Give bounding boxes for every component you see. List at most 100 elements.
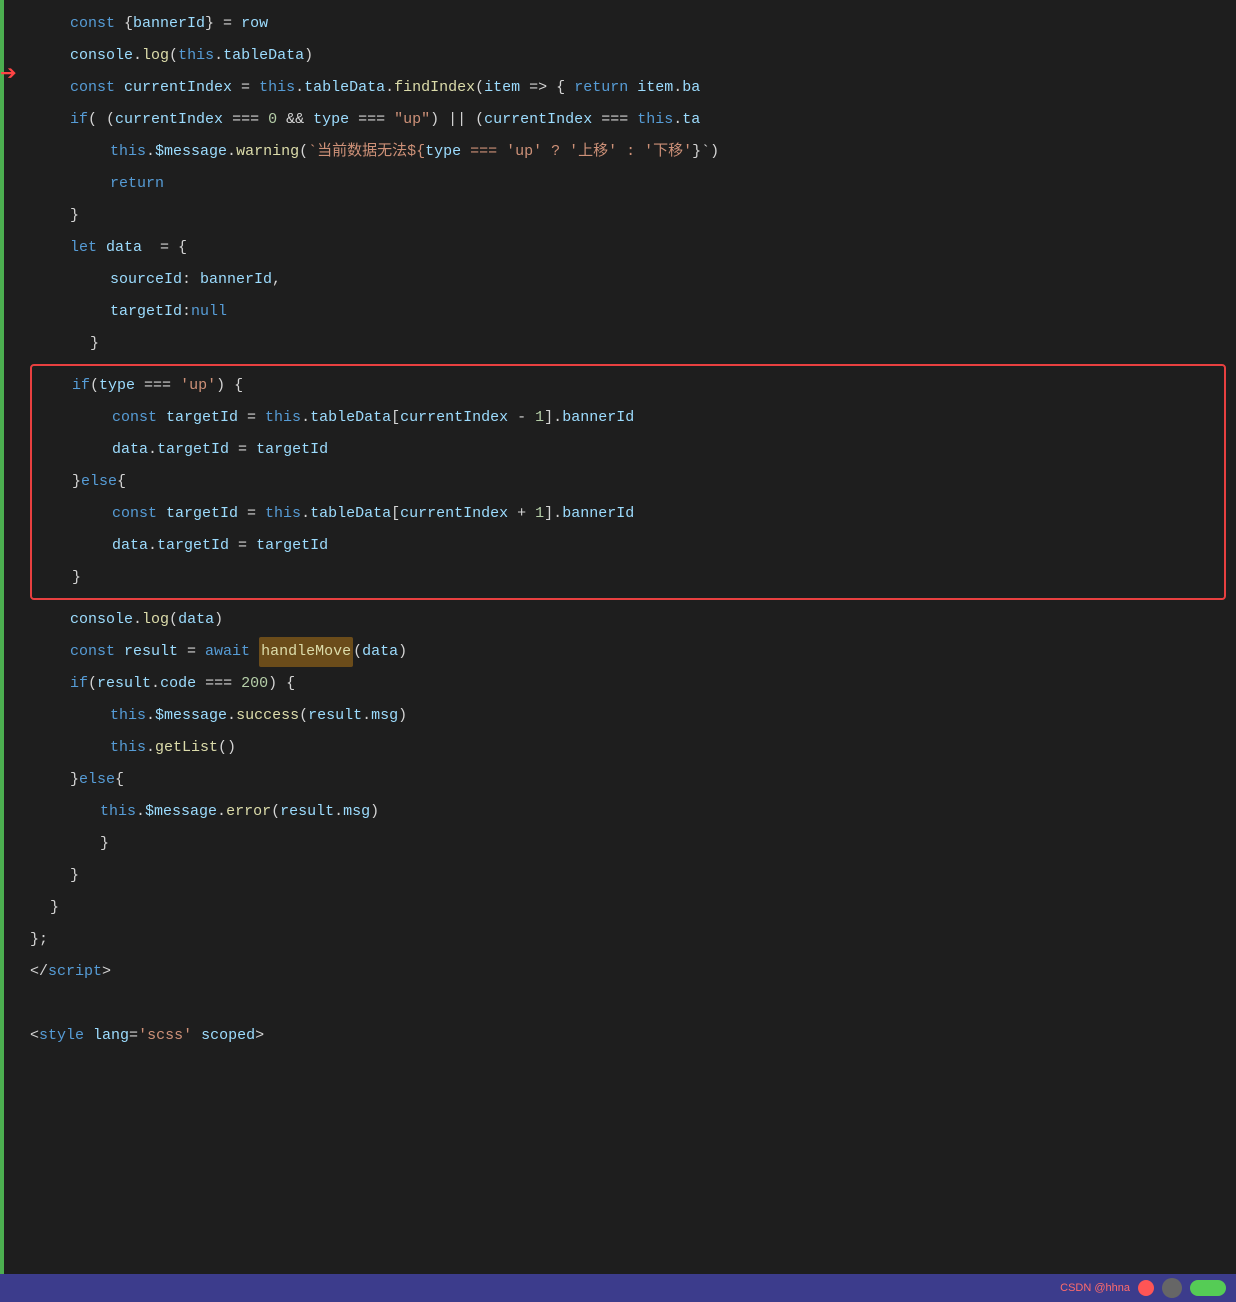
punctuation: = [129, 1021, 138, 1051]
variable: currentIndex [484, 105, 592, 135]
property: msg [343, 797, 370, 827]
punctuation [192, 1021, 201, 1051]
keyword: await [205, 637, 259, 667]
code-line: const { bannerId } = row [20, 8, 1236, 40]
variable: tableData [223, 41, 304, 71]
property: $message [155, 701, 227, 731]
punctuation: === [592, 105, 637, 135]
punctuation: . [334, 797, 343, 827]
punctuation: + [508, 499, 535, 529]
code-block: const { bannerId } = row console . log (… [0, 0, 1236, 1060]
code-line: this . getList () [20, 732, 1236, 764]
punctuation: { [117, 467, 126, 497]
code-line: sourceId : bannerId , [20, 264, 1236, 296]
keyword: this [110, 733, 146, 763]
function-name: log [142, 605, 169, 635]
punctuation: : [182, 297, 191, 327]
number: 1 [535, 403, 544, 433]
punctuation: && [277, 105, 313, 135]
code-line: < style lang = 'scss' scoped > [20, 1020, 1236, 1052]
left-green-bar [0, 0, 4, 1302]
punctuation: . [673, 73, 682, 103]
variable: targetId [166, 499, 238, 529]
property: lang [93, 1021, 129, 1051]
keyword: const [70, 9, 124, 39]
punctuation: < [30, 1021, 39, 1051]
variable: item [637, 73, 673, 103]
code-line: const targetId = this . tableData [ curr… [32, 402, 1224, 434]
code-line: this . $message . error ( result . msg ) [20, 796, 1236, 828]
punctuation: . [133, 41, 142, 71]
punctuation: = [178, 637, 205, 667]
code-line: } [32, 562, 1224, 594]
variable: result [97, 669, 151, 699]
keyword: if [70, 105, 88, 135]
keyword: style [39, 1021, 93, 1051]
property: ba [682, 73, 700, 103]
punctuation: } = [205, 9, 241, 39]
punctuation: ) [214, 605, 223, 635]
punctuation: === [135, 371, 180, 401]
punctuation: ( [88, 669, 97, 699]
punctuation: . [301, 499, 310, 529]
punctuation: } [72, 563, 81, 593]
property: targetId [157, 531, 229, 561]
punctuation: }; [30, 925, 48, 955]
code-line: this . $message . warning ( `当前数据无法${ ty… [20, 136, 1236, 168]
code-line: } [20, 860, 1236, 892]
keyword: this [265, 499, 301, 529]
punctuation: === [196, 669, 241, 699]
keyword: this [110, 701, 146, 731]
punctuation: ) { [268, 669, 295, 699]
avatar [1162, 1278, 1182, 1298]
code-line: console . log ( this . tableData ) [20, 40, 1236, 72]
punctuation: ( [169, 605, 178, 635]
variable: bannerId [200, 265, 272, 295]
keyword: this [100, 797, 136, 827]
code-line [20, 988, 1236, 1020]
number: 200 [241, 669, 268, 699]
variable: tableData [304, 73, 385, 103]
punctuation: ) [398, 701, 407, 731]
punctuation: ( [299, 701, 308, 731]
keyword: const [112, 499, 166, 529]
property: targetId [157, 435, 229, 465]
punctuation: > [102, 957, 111, 987]
code-line: const targetId = this . tableData [ curr… [32, 498, 1224, 530]
keyword: this [178, 41, 214, 71]
punctuation: . [146, 137, 155, 167]
variable: result [280, 797, 334, 827]
number: 1 [535, 499, 544, 529]
punctuation: ) [370, 797, 379, 827]
punctuation: . [227, 701, 236, 731]
variable: currentIndex [124, 73, 232, 103]
variable: item [484, 73, 520, 103]
code-line: } else { [32, 466, 1224, 498]
punctuation: . [385, 73, 394, 103]
variable: result [308, 701, 362, 731]
code-line: } [20, 892, 1236, 924]
code-line: if ( type === 'up' ) { [32, 370, 1224, 402]
keyword: else [79, 765, 115, 795]
variable: tableData [310, 499, 391, 529]
green-button[interactable] [1190, 1280, 1226, 1296]
punctuation: ( [271, 797, 280, 827]
punctuation: ) || ( [430, 105, 484, 135]
punctuation: . [151, 669, 160, 699]
template-string: === 'up' ? '上移' : '下移' [461, 137, 692, 167]
punctuation: > [255, 1021, 264, 1051]
punctuation: . [301, 403, 310, 433]
code-line: } [20, 828, 1236, 860]
punctuation: [ [391, 499, 400, 529]
variable: console [70, 605, 133, 635]
punctuation: ( [169, 41, 178, 71]
keyword: this [637, 105, 673, 135]
punctuation: ( ( [88, 105, 115, 135]
variable: currentIndex [400, 499, 508, 529]
function-name: findIndex [394, 73, 475, 103]
punctuation: } [90, 329, 99, 359]
property: $message [145, 797, 217, 827]
red-dot [1138, 1280, 1154, 1296]
keyword: script [48, 957, 102, 987]
arrow-indicator: ➔ [0, 62, 17, 90]
